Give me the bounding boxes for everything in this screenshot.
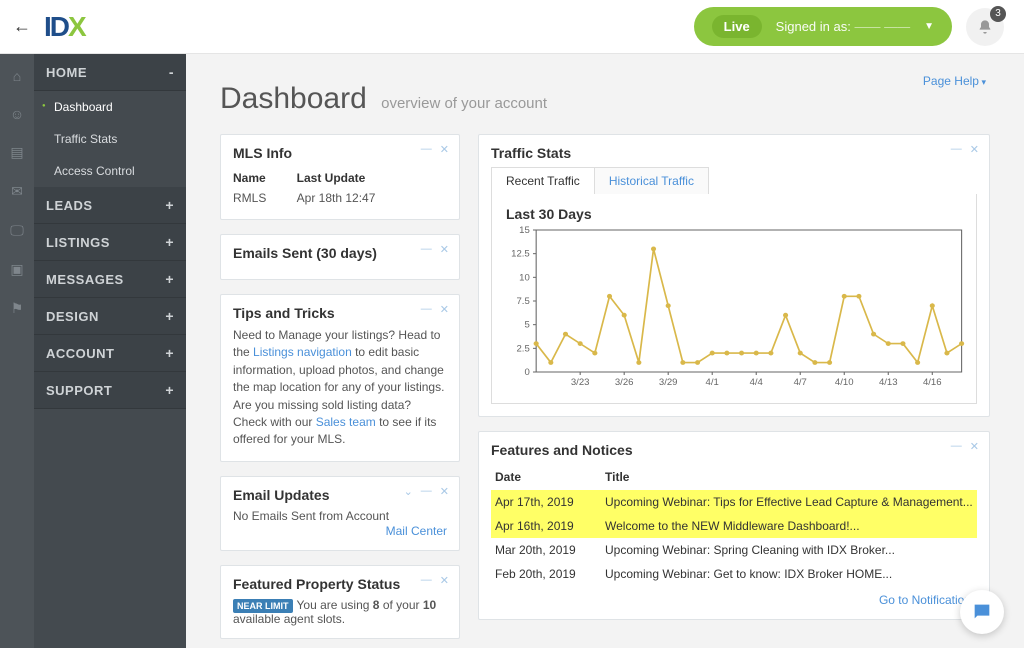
card-title: Featured Property Status [233,576,447,592]
collapse-icon[interactable]: — [421,243,432,256]
svg-text:3/23: 3/23 [571,377,590,387]
topbar: ← IDX Live Signed in as: —— —— ▼ 3 [0,0,1024,54]
account-icon[interactable]: ▣ [10,261,23,278]
card-featured-status: — ✕ Featured Property Status NEAR LIMITYo… [220,565,460,639]
mail-center-link[interactable]: Mail Center [386,524,447,538]
live-badge: Live [712,15,762,38]
svg-text:4/7: 4/7 [794,377,807,387]
svg-text:5: 5 [524,320,529,330]
sidebar-section-design[interactable]: DESIGN+ [34,298,186,335]
tab-recent-traffic[interactable]: Recent Traffic [492,168,595,194]
notification-count: 3 [990,6,1006,22]
notices-table: DateTitle Apr 17th, 2019Upcoming Webinar… [491,464,977,586]
home-icon[interactable]: ⌂ [13,68,21,84]
tips-body: Need to Manage your listings? Head to th… [233,327,447,449]
account-pill[interactable]: Live Signed in as: —— —— ▼ [694,7,952,46]
chevron-down-icon[interactable]: ⌄ [404,485,413,498]
sidebar-item-traffic-stats[interactable]: Traffic Stats [34,123,186,155]
sidebar-section-messages[interactable]: MESSAGES+ [34,261,186,298]
sidebar-item-access-control[interactable]: Access Control [34,155,186,187]
featured-body: NEAR LIMITYou are using 8 of your 10 ava… [233,598,447,626]
design-icon[interactable]: 🖵 [10,222,24,239]
card-tips: — ✕ Tips and Tricks Need to Manage your l… [220,294,460,462]
card-title: Tips and Tricks [233,305,447,321]
listings-icon[interactable]: ▤ [10,144,23,161]
iconbar: ⌂ ☺ ▤ ✉ 🖵 ▣ ⚑ [0,54,34,648]
notice-row[interactable]: Apr 17th, 2019Upcoming Webinar: Tips for… [491,490,977,514]
svg-text:4/13: 4/13 [879,377,898,387]
svg-text:4/10: 4/10 [835,377,854,387]
close-icon[interactable]: ✕ [440,243,449,256]
chevron-down-icon: ▼ [924,21,934,32]
near-limit-badge: NEAR LIMIT [233,599,293,613]
signed-in-label: Signed in as: —— —— [776,19,910,34]
chart-title: Last 30 Days [506,206,968,222]
card-title: MLS Info [233,145,447,161]
card-title: Traffic Stats [491,145,977,161]
svg-text:2.5: 2.5 [516,344,529,354]
support-icon[interactable]: ⚑ [11,300,24,317]
close-icon[interactable]: ✕ [970,440,979,453]
close-icon[interactable]: ✕ [440,574,449,587]
svg-text:7.5: 7.5 [516,296,529,306]
mls-table: NameLast Update RMLSApr 18th 12:47 [233,167,447,207]
notice-row[interactable]: Feb 20th, 2019Upcoming Webinar: Get to k… [491,562,977,586]
email-updates-body: No Emails Sent from Account [233,509,447,523]
card-title: Emails Sent (30 days) [233,245,447,261]
card-traffic-stats: — ✕ Traffic Stats Recent Traffic Historic… [478,134,990,417]
svg-text:3/26: 3/26 [615,377,634,387]
sidebar-section-support[interactable]: SUPPORT+ [34,372,186,409]
collapse-icon[interactable]: — [421,574,432,587]
card-mls-info: — ✕ MLS Info NameLast Update RMLSApr 18th… [220,134,460,220]
close-icon[interactable]: ✕ [440,485,449,498]
svg-text:4/1: 4/1 [706,377,719,387]
close-icon[interactable]: ✕ [440,303,449,316]
sidebar-section-account[interactable]: ACCOUNT+ [34,335,186,372]
leads-icon[interactable]: ☺ [10,106,24,122]
svg-text:0: 0 [524,367,529,377]
logo[interactable]: IDX [44,11,85,43]
chat-fab[interactable] [960,590,1004,634]
collapse-icon[interactable]: — [951,440,962,453]
svg-text:10: 10 [519,273,530,283]
close-icon[interactable]: ✕ [970,143,979,156]
back-arrow-icon[interactable]: ← [10,16,34,37]
sidebar-section-home[interactable]: HOME- [34,54,186,91]
traffic-tabs: Recent Traffic Historical Traffic [491,167,709,194]
card-email-updates: ⌄—✕ Email Updates No Emails Sent from Ac… [220,476,460,551]
sidebar-section-leads[interactable]: LEADS+ [34,187,186,224]
sidebar: HOME-DashboardTraffic StatsAccess Contro… [34,54,186,648]
card-title: Features and Notices [491,442,977,458]
sidebar-item-dashboard[interactable]: Dashboard [34,91,186,123]
svg-text:3/29: 3/29 [659,377,678,387]
notifications-button[interactable]: 3 [966,8,1004,46]
svg-text:12.5: 12.5 [511,249,530,259]
svg-text:15: 15 [519,225,530,235]
notice-row[interactable]: Apr 16th, 2019Welcome to the NEW Middlew… [491,514,977,538]
listings-nav-link[interactable]: Listings navigation [253,345,352,359]
svg-text:4/16: 4/16 [923,377,942,387]
card-features-notices: — ✕ Features and Notices DateTitle Apr 17… [478,431,990,620]
content: Page Help Dashboard overview of your acc… [186,54,1024,648]
collapse-icon[interactable]: — [951,143,962,156]
page-help-link[interactable]: Page Help [923,74,986,88]
traffic-chart: 0 2.5 5 7.5 10 12.5 15 3/23 3/26 3/29 4/1 4/4 4/7 4/1… [500,224,968,394]
chat-icon [971,601,993,623]
collapse-icon[interactable]: — [421,303,432,316]
page-subtitle: overview of your account [381,95,547,112]
messages-icon[interactable]: ✉ [11,183,23,200]
svg-text:4/4: 4/4 [750,377,763,387]
sidebar-section-listings[interactable]: LISTINGS+ [34,224,186,261]
card-emails-sent: — ✕ Emails Sent (30 days) [220,234,460,280]
topbar-right: Live Signed in as: —— —— ▼ 3 [694,7,1004,46]
page-title: Dashboard overview of your account [220,82,990,116]
collapse-icon[interactable]: — [421,485,432,498]
tab-historical-traffic[interactable]: Historical Traffic [595,168,708,194]
bell-icon [977,19,993,35]
collapse-icon[interactable]: — [421,143,432,156]
notice-row[interactable]: Mar 20th, 2019Upcoming Webinar: Spring C… [491,538,977,562]
sales-team-link[interactable]: Sales team [316,415,376,429]
chart-wrap: Last 30 Days 0 2.5 5 7.5 10 12.5 15 3/23 3/26 3/2… [491,194,977,404]
close-icon[interactable]: ✕ [440,143,449,156]
